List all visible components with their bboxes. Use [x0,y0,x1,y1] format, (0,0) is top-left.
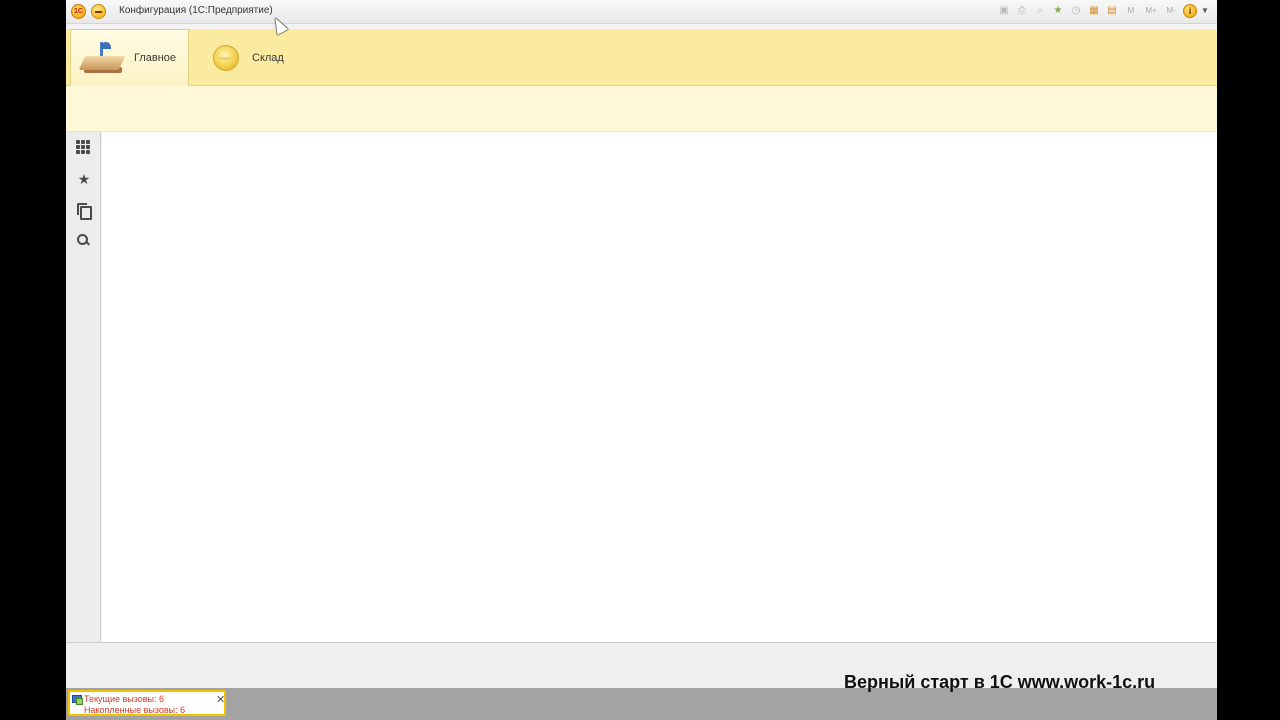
workspace [102,132,1217,642]
main-menu-button[interactable] [91,4,106,19]
title-toolbar: ▣ ⎙ ⌕ ★ ◷ ▦ ▤ M M+ M- i ▼ [997,4,1209,18]
m-minus-icon[interactable]: M- [1163,4,1179,18]
m-icon[interactable]: M [1123,4,1139,18]
history-icon[interactable]: ◷ [1069,4,1083,18]
close-icon[interactable]: ✕ [216,693,225,706]
section-main[interactable]: Главное [70,29,189,86]
current-calls-text: Текущие вызовы: 6 [84,694,165,704]
section-sklad[interactable]: Склад [200,29,300,86]
accumulated-calls-text: Накопленные вызовы: 6 [84,705,186,715]
tools-panel: ★ [66,132,101,642]
sections-panel: Главное Склад [66,29,1217,86]
history-icon[interactable] [76,202,92,220]
title-bar: 1С Конфигурация (1С:Предприятие) ▣ ⎙ ⌕ ★… [66,0,1217,24]
app-logo-icon[interactable]: 1С [71,4,86,19]
add-favorite-icon[interactable]: ★ [1051,4,1065,18]
performance-icon [72,695,83,705]
info-icon[interactable]: i [1183,4,1197,18]
command-bar [66,86,1217,132]
m-plus-icon[interactable]: M+ [1143,4,1159,18]
calendar-icon[interactable]: ▤ [1105,4,1119,18]
window-title: Конфигурация (1С:Предприятие) [119,5,273,16]
favorites-star-icon[interactable]: ★ [76,171,92,187]
watermark-text: Верный старт в 1С www.work-1c.ru [844,672,1156,692]
search-icon[interactable] [76,233,92,249]
preview-icon[interactable]: ⌕ [1033,4,1047,18]
calculator-icon[interactable]: ▦ [1087,4,1101,18]
chevron-down-icon[interactable]: ▼ [1201,4,1209,18]
save-icon[interactable]: ▣ [997,4,1011,18]
app-window: 1С Конфигурация (1С:Предприятие) ▣ ⎙ ⌕ ★… [66,0,1217,720]
section-sklad-label: Склад [252,51,284,64]
functions-menu-icon[interactable] [76,140,92,156]
section-main-label: Главное [134,52,177,64]
print-icon[interactable]: ⎙ [1015,4,1029,18]
desk-lamp-icon [78,40,126,76]
sklad-icon [213,44,239,71]
performance-indicator[interactable]: Текущие вызовы: 6 Накопленные вызовы: 6 … [68,690,226,716]
